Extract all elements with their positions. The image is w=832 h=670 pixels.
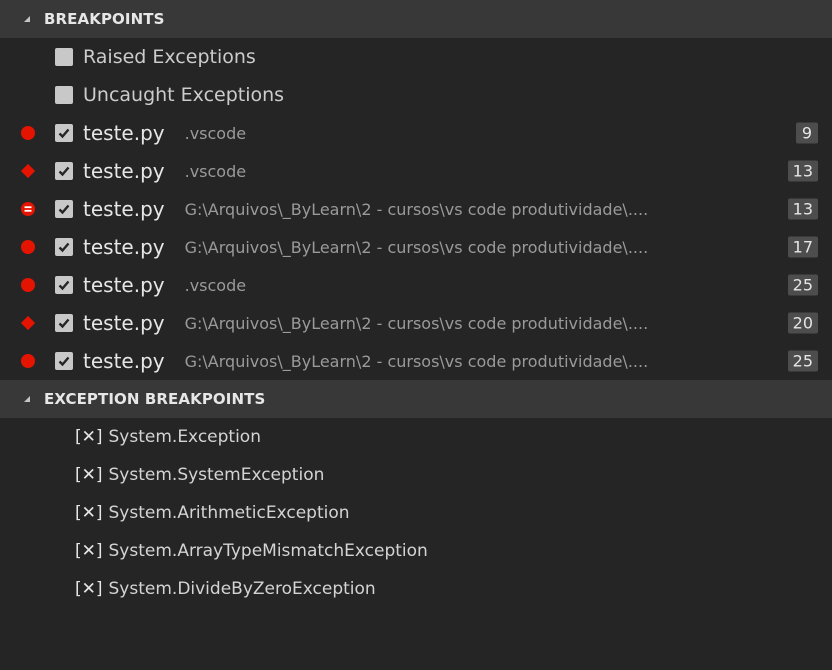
breakpoint-row[interactable]: teste.py G:\Arquivos\_ByLearn\2 - cursos\… xyxy=(0,190,832,228)
raised-exceptions-option[interactable]: Raised Exceptions xyxy=(0,38,832,76)
exception-name: System.SystemException xyxy=(108,465,325,485)
checked-checkbox[interactable] xyxy=(55,276,73,294)
uncaught-exceptions-option[interactable]: Uncaught Exceptions xyxy=(0,76,832,114)
breakpoint-file-name: teste.py xyxy=(83,311,165,335)
breakpoint-file-name: teste.py xyxy=(83,159,165,183)
exception-name: System.DivideByZeroException xyxy=(108,579,376,599)
breakpoint-row[interactable]: teste.py .vscode 25 xyxy=(0,266,832,304)
breakpoint-row[interactable]: teste.py G:\Arquivos\_ByLearn\2 - cursos\… xyxy=(0,342,832,380)
breakpoint-file-name: teste.py xyxy=(83,235,165,259)
exception-name: System.ArrayTypeMismatchException xyxy=(108,541,428,561)
exception-enabled-mark: [✕] xyxy=(75,503,103,523)
breakpoint-file-path: G:\Arquivos\_ByLearn\2 - cursos\vs code … xyxy=(184,351,649,371)
breakpoint-file-name: teste.py xyxy=(83,349,165,373)
exception-breakpoints-section-title: EXCEPTION BREAKPOINTS xyxy=(44,390,266,408)
breakpoint-diamond-icon[interactable] xyxy=(20,163,36,179)
breakpoint-dot-icon[interactable] xyxy=(20,353,36,369)
breakpoint-line-badge: 25 xyxy=(787,350,818,372)
checked-checkbox[interactable] xyxy=(55,124,73,142)
breakpoint-file-path: G:\Arquivos\_ByLearn\2 - cursos\vs code … xyxy=(184,237,649,257)
breakpoint-row[interactable]: teste.py .vscode 9 xyxy=(0,114,832,152)
breakpoint-line-badge: 25 xyxy=(787,274,818,296)
exception-enabled-mark: [✕] xyxy=(75,579,103,599)
checked-checkbox[interactable] xyxy=(55,238,73,256)
breakpoint-file-path: G:\Arquivos\_ByLearn\2 - cursos\vs code … xyxy=(184,313,649,333)
breakpoints-section-header[interactable]: BREAKPOINTS xyxy=(0,0,832,38)
breakpoint-file-path: .vscode xyxy=(184,161,247,181)
unchecked-checkbox[interactable] xyxy=(55,86,73,104)
breakpoint-diamond-icon[interactable] xyxy=(20,315,36,331)
collapse-twisty-icon[interactable] xyxy=(24,396,30,402)
breakpoint-line-badge: 9 xyxy=(796,122,818,144)
breakpoint-file-name: teste.py xyxy=(83,273,165,297)
breakpoint-line-badge: 13 xyxy=(787,198,818,220)
checked-checkbox[interactable] xyxy=(55,352,73,370)
breakpoint-line-badge: 13 xyxy=(787,160,818,182)
exception-breakpoints-section-header[interactable]: EXCEPTION BREAKPOINTS xyxy=(0,380,832,418)
exception-breakpoint-row[interactable]: [✕] System.ArrayTypeMismatchException xyxy=(0,532,832,570)
exception-breakpoint-row[interactable]: [✕] System.ArithmeticException xyxy=(0,494,832,532)
breakpoint-dot-icon[interactable] xyxy=(20,277,36,293)
option-label: Raised Exceptions xyxy=(83,46,256,68)
exception-breakpoint-row[interactable]: [✕] System.SystemException xyxy=(0,456,832,494)
checked-checkbox[interactable] xyxy=(55,200,73,218)
breakpoint-file-path: .vscode xyxy=(184,123,247,143)
breakpoint-file-name: teste.py xyxy=(83,197,165,221)
unchecked-checkbox[interactable] xyxy=(55,48,73,66)
exception-name: System.Exception xyxy=(108,427,261,447)
debug-breakpoints-panel: BREAKPOINTS Raised Exceptions Uncaught E… xyxy=(0,0,832,670)
collapse-twisty-icon[interactable] xyxy=(24,16,30,22)
exception-enabled-mark: [✕] xyxy=(75,427,103,447)
breakpoint-file-path: .vscode xyxy=(184,275,247,295)
breakpoint-conditional-icon[interactable] xyxy=(20,201,36,217)
breakpoint-dot-icon[interactable] xyxy=(20,239,36,255)
option-label: Uncaught Exceptions xyxy=(83,84,285,106)
breakpoint-line-badge: 20 xyxy=(787,312,818,334)
exception-breakpoint-row[interactable]: [✕] System.DivideByZeroException xyxy=(0,570,832,608)
breakpoint-row[interactable]: teste.py G:\Arquivos\_ByLearn\2 - cursos\… xyxy=(0,304,832,342)
checked-checkbox[interactable] xyxy=(55,314,73,332)
breakpoint-line-badge: 17 xyxy=(787,236,818,258)
breakpoint-file-name: teste.py xyxy=(83,121,165,145)
checked-checkbox[interactable] xyxy=(55,162,73,180)
breakpoint-file-path: G:\Arquivos\_ByLearn\2 - cursos\vs code … xyxy=(184,199,649,219)
breakpoint-row[interactable]: teste.py .vscode 13 xyxy=(0,152,832,190)
breakpoints-section-title: BREAKPOINTS xyxy=(44,10,165,28)
exception-name: System.ArithmeticException xyxy=(108,503,350,523)
breakpoint-dot-icon[interactable] xyxy=(20,125,36,141)
breakpoint-row[interactable]: teste.py G:\Arquivos\_ByLearn\2 - cursos\… xyxy=(0,228,832,266)
exception-enabled-mark: [✕] xyxy=(75,465,103,485)
exception-enabled-mark: [✕] xyxy=(75,541,103,561)
exception-breakpoint-row[interactable]: [✕] System.Exception xyxy=(0,418,832,456)
